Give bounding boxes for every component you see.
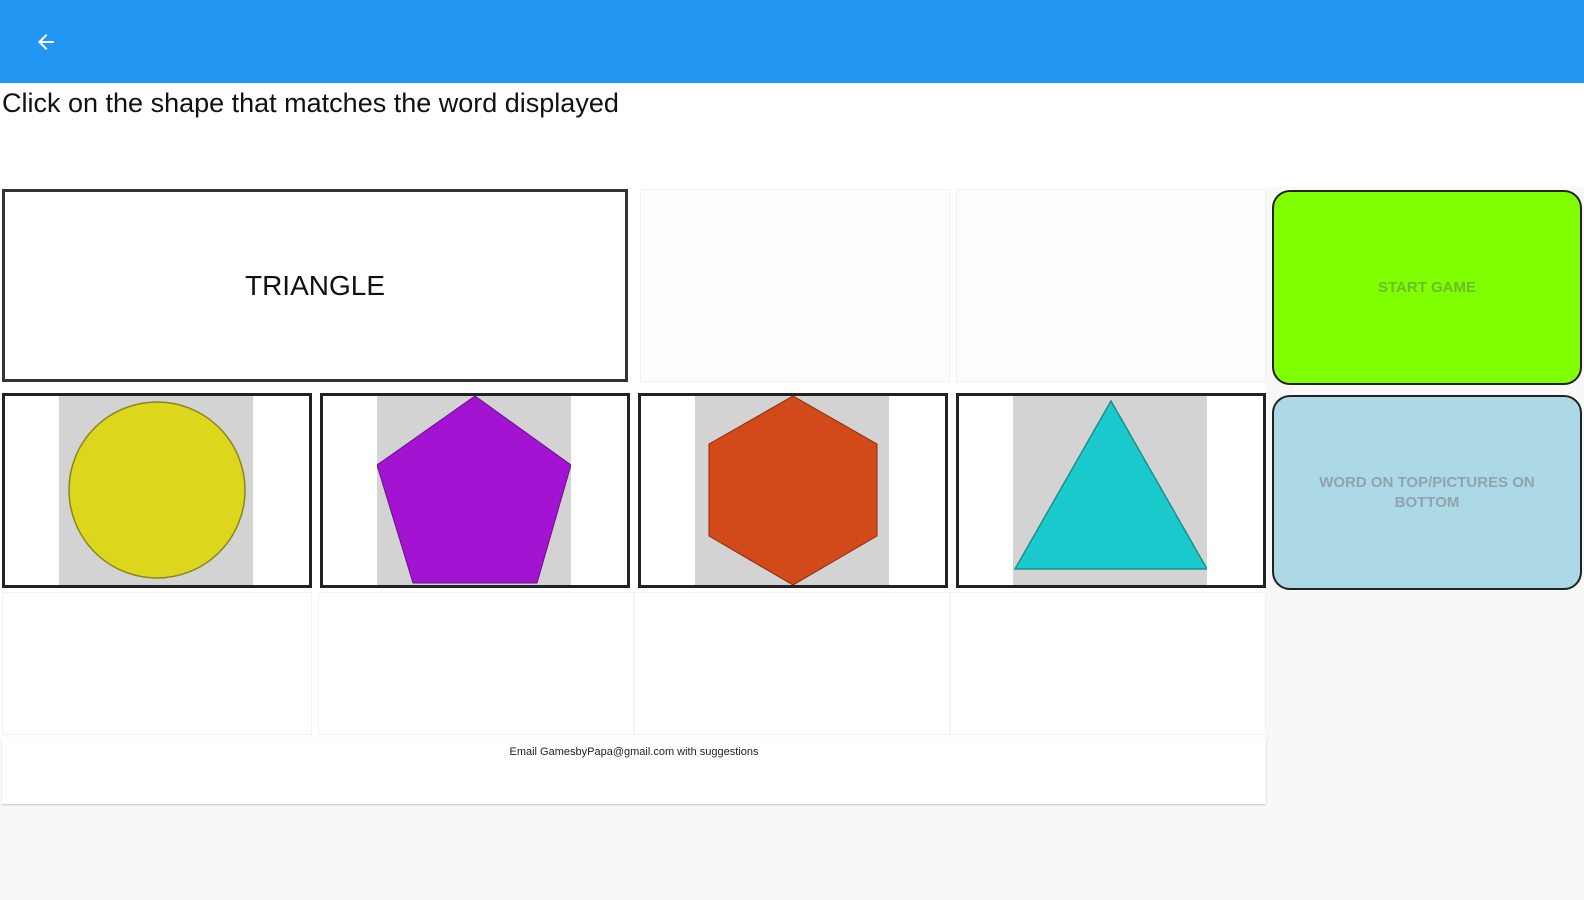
shape-option-circle[interactable] — [2, 393, 312, 588]
shape-option-pentagon[interactable] — [320, 393, 630, 588]
empty-cell — [640, 189, 950, 382]
shape-image-background — [377, 396, 571, 585]
footer-text: Email GamesbyPapa@gmail.com with suggest… — [509, 746, 759, 758]
empty-cell — [634, 592, 950, 735]
triangle-shape — [1013, 399, 1207, 570]
footer: Email GamesbyPapa@gmail.com with suggest… — [2, 738, 1266, 804]
pentagon-shape — [377, 396, 571, 584]
instruction-text: Click on the shape that matches the word… — [2, 88, 619, 118]
circle-shape — [68, 401, 246, 579]
shape-image-background — [1013, 396, 1207, 585]
hexagon-shape — [708, 396, 878, 585]
target-word: TRIANGLE — [244, 269, 386, 301]
shape-option-hexagon[interactable] — [638, 393, 948, 588]
empty-cell — [2, 592, 312, 735]
layout-mode-button[interactable]: WORD ON TOP/PICTURES ON BOTTOM — [1272, 395, 1582, 590]
shape-image-background — [59, 396, 253, 585]
arrow-left-icon — [38, 34, 54, 50]
app-bar — [0, 0, 1584, 83]
layout-mode-label: WORD ON TOP/PICTURES ON BOTTOM — [1319, 473, 1535, 511]
start-game-label: START GAME — [1377, 279, 1477, 296]
shape-image-background — [695, 396, 889, 585]
start-game-button[interactable]: START GAME — [1272, 190, 1582, 385]
empty-cell — [950, 592, 1266, 735]
shape-option-triangle[interactable] — [956, 393, 1266, 588]
empty-cell — [956, 189, 1266, 382]
target-word-box: TRIANGLE — [2, 189, 628, 382]
empty-cell — [318, 592, 634, 735]
back-button[interactable] — [28, 24, 64, 60]
